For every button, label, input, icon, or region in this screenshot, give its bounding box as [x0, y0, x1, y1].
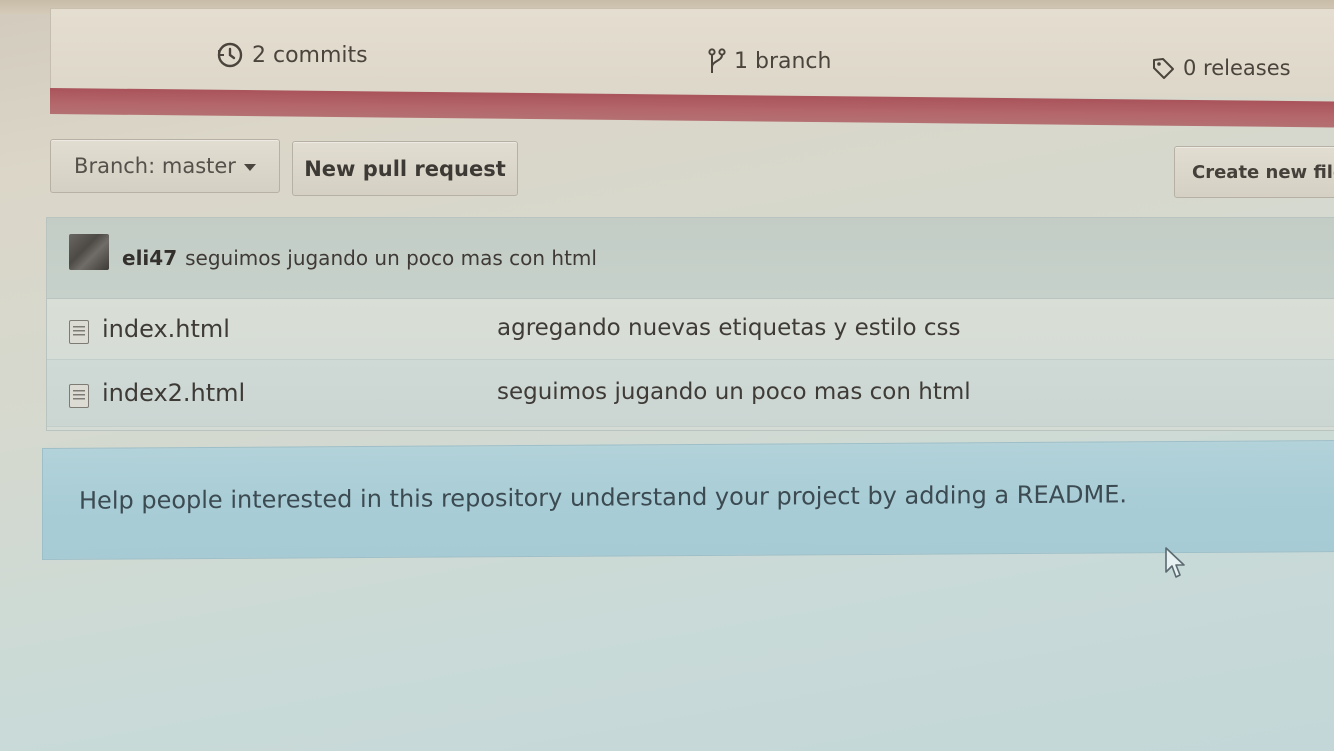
file-commit-message-link[interactable]: agregando nuevas etiquetas y estilo css	[497, 315, 961, 341]
file-row: index2.html seguimos jugando un poco mas…	[47, 360, 1334, 427]
file-name-link[interactable]: index2.html	[102, 379, 245, 407]
commit-message-link[interactable]: seguimos jugando un poco mas con html	[185, 246, 597, 270]
chevron-down-icon	[243, 164, 256, 171]
file-name-link[interactable]: index.html	[102, 315, 230, 343]
latest-commit-text: eli47 seguimos jugando un poco mas con ht…	[122, 246, 597, 270]
new-pull-request-label: New pull request	[304, 156, 506, 181]
readme-prompt-box: Help people interested in this repositor…	[42, 440, 1334, 560]
mouse-cursor-icon	[1165, 547, 1185, 578]
history-icon	[216, 41, 244, 69]
releases-count-label: 0 releases	[1183, 56, 1291, 80]
branches-link[interactable]: 1 branch	[708, 47, 831, 75]
git-branch-icon	[708, 47, 726, 75]
latest-commit-row: eli47 seguimos jugando un poco mas con ht…	[47, 218, 1334, 299]
repo-summary-bar: 2 commits 1 branch 0 releases	[50, 8, 1334, 97]
tag-icon	[1151, 56, 1175, 80]
branch-select-label: Branch: master	[74, 154, 236, 178]
commits-link[interactable]: 2 commits	[216, 41, 368, 69]
commits-count-label: 2 commits	[252, 42, 368, 68]
file-row: index.html agregando nuevas etiquetas y …	[47, 299, 1334, 360]
releases-link[interactable]: 0 releases	[1151, 56, 1291, 80]
file-commit-message-link[interactable]: seguimos jugando un poco mas con html	[497, 379, 971, 405]
branches-count-label: 1 branch	[734, 48, 832, 74]
commit-author-link[interactable]: eli47	[122, 246, 177, 270]
file-text-icon	[69, 384, 89, 408]
new-pull-request-button[interactable]: New pull request	[292, 141, 518, 196]
create-new-file-button[interactable]: Create new file	[1174, 146, 1334, 198]
file-text-icon	[69, 320, 89, 344]
create-new-file-label: Create new file	[1192, 161, 1334, 183]
readme-prompt-text: Help people interested in this repositor…	[79, 480, 1128, 515]
branch-select-button[interactable]: Branch: master	[50, 139, 280, 193]
file-list: eli47 seguimos jugando un poco mas con ht…	[46, 217, 1334, 431]
avatar[interactable]	[69, 234, 109, 270]
